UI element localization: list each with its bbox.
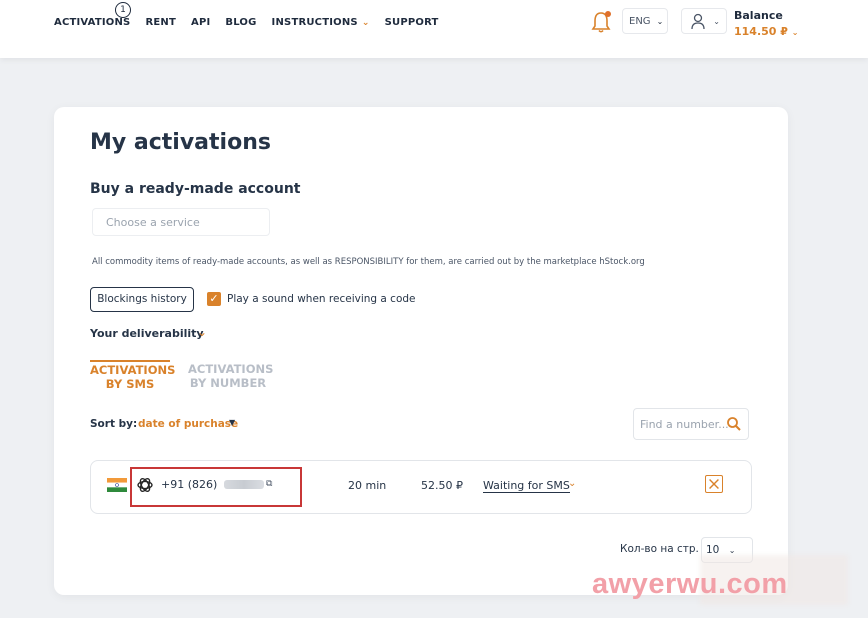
nav-rent[interactable]: RENT — [145, 17, 176, 28]
phone-number[interactable]: +91 (826) — [161, 478, 217, 491]
activations-card: My activations Buy a ready-made account … — [54, 107, 788, 595]
watermark-text: awyerwu.com — [592, 568, 788, 600]
sound-checkbox[interactable]: ✓ — [207, 292, 221, 306]
user-menu[interactable]: ⌄ — [681, 8, 727, 34]
marketplace-note: All commodity items of ready-made accoun… — [92, 257, 645, 267]
service-select[interactable]: Choose a service — [92, 208, 270, 236]
tab-line2: BY SMS — [105, 377, 155, 391]
balance: Balance 114.50 ₽ ⌄ — [734, 9, 798, 38]
tab-activations-by-number[interactable]: ACTIVATIONS BY NUMBER — [188, 362, 274, 390]
chevron-down-icon: ⌄ — [713, 17, 720, 26]
tab-line1: ACTIVATIONS — [90, 363, 176, 377]
find-number-input[interactable]: Find a number... — [633, 408, 749, 440]
user-icon — [691, 13, 705, 30]
main-nav: ACTIVATIONS RENT API BLOG INSTRUCTIONS ⌄ … — [54, 17, 439, 28]
language-value: ENG — [629, 16, 651, 27]
nav-api[interactable]: API — [191, 17, 210, 28]
notification-dot — [605, 11, 611, 17]
chevron-down-icon: ⌄ — [361, 18, 370, 28]
search-icon[interactable] — [726, 416, 742, 432]
section-subtitle: Buy a ready-made account — [90, 181, 301, 197]
nav-instructions-label: INSTRUCTIONS — [271, 17, 358, 28]
nav-activations[interactable]: ACTIVATIONS — [54, 17, 130, 28]
language-selector[interactable]: ENG ⌄ — [622, 8, 668, 34]
activation-time: 20 min — [348, 479, 387, 492]
india-flag-icon — [107, 478, 127, 492]
activation-row: +91 (826) ⧉ 20 min 52.50 ₽ Waiting for S… — [90, 460, 752, 514]
activation-price: 52.50 ₽ — [421, 479, 463, 492]
deliverability-label[interactable]: Your deliverability — [90, 327, 204, 340]
find-number-placeholder: Find a number... — [640, 418, 729, 431]
chevron-down-icon: ⌄ — [791, 28, 799, 37]
balance-value: 114.50 ₽ — [734, 25, 788, 38]
page-title: My activations — [90, 130, 271, 155]
sort-label: Sort by: — [90, 418, 138, 430]
chevron-down-icon[interactable]: ⌄ — [568, 478, 576, 489]
tab-line2: BY NUMBER — [189, 376, 267, 390]
blurred-number-part — [224, 480, 264, 489]
tab-activations-by-sms[interactable]: ACTIVATIONS BY SMS — [90, 360, 176, 391]
activation-status[interactable]: Waiting for SMS — [483, 479, 570, 493]
balance-amount[interactable]: 114.50 ₽ ⌄ — [734, 25, 798, 38]
activations-count-badge: 1 — [115, 2, 131, 18]
openai-icon — [137, 478, 153, 492]
sound-checkbox-label: Play a sound when receiving a code — [227, 293, 416, 305]
balance-label: Balance — [734, 9, 783, 22]
caret-down-icon[interactable]: ▼ — [229, 418, 235, 427]
chevron-down-icon[interactable]: ⌄ — [197, 325, 207, 339]
chevron-down-icon: ⌄ — [728, 546, 736, 555]
nav-blog[interactable]: BLOG — [225, 17, 256, 28]
chevron-down-icon: ⌄ — [656, 17, 664, 26]
top-navigation-bar: ACTIVATIONS RENT API BLOG INSTRUCTIONS ⌄ … — [0, 0, 868, 58]
nav-instructions[interactable]: INSTRUCTIONS ⌄ — [272, 17, 370, 28]
per-page-label: Кол-во на стр. — [620, 543, 699, 555]
nav-support[interactable]: SUPPORT — [385, 17, 439, 28]
sort-dropdown[interactable]: date of purchase — [138, 418, 238, 430]
cancel-activation-icon[interactable] — [705, 475, 723, 493]
copy-icon[interactable]: ⧉ — [266, 479, 272, 489]
tab-line1: ACTIVATIONS — [188, 362, 274, 376]
blockings-history-button[interactable]: Blockings history — [90, 287, 194, 312]
